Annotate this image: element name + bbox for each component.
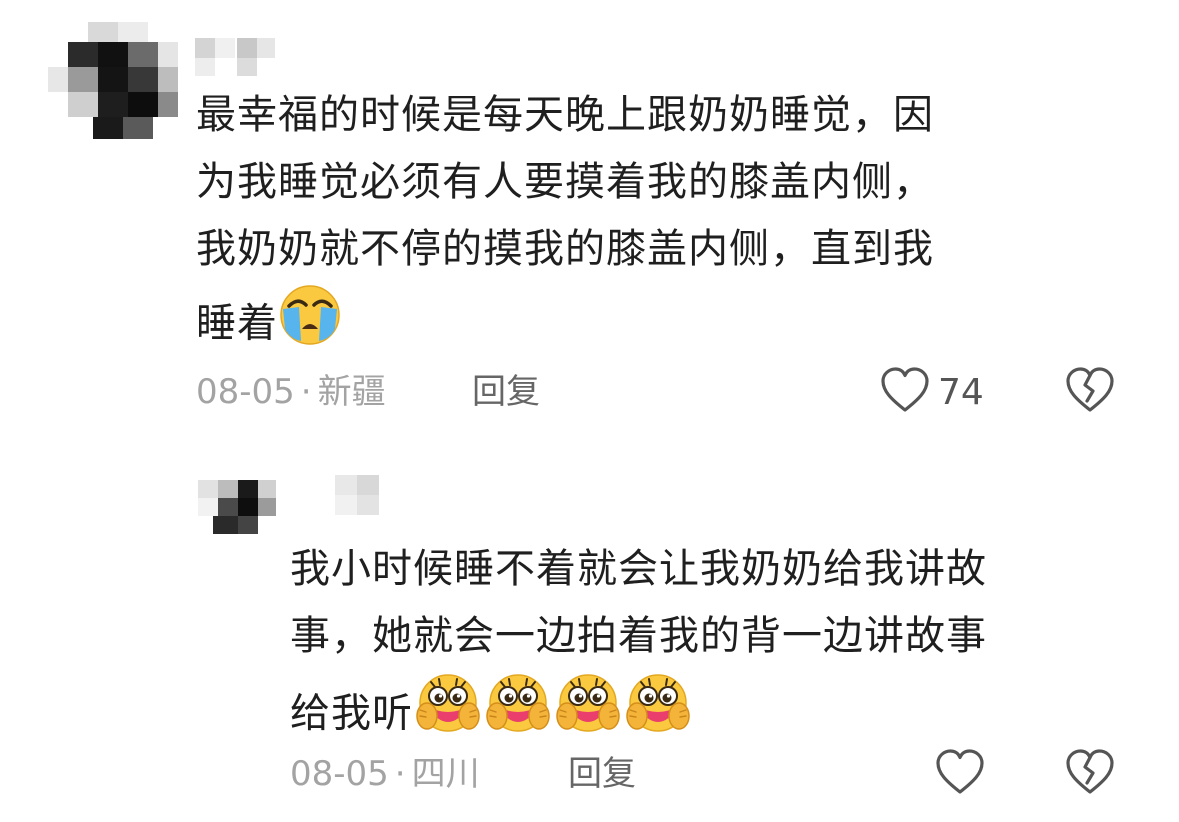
- comment-item: 最幸福的时候是每天晚上跟奶奶睡觉，因 为我睡觉必须有人要摸着我的膝盖内侧， 我奶…: [0, 0, 1179, 440]
- happy-crying-hands-emoji: [553, 670, 623, 761]
- reply-text-line: 我小时候睡不着就会让我奶奶给我讲故: [290, 546, 987, 592]
- dislike-button[interactable]: [1065, 366, 1115, 418]
- comment-text-line: 我奶奶就不停的摸我的膝盖内侧，直到我: [196, 226, 934, 272]
- reply-meta: 08-05 · 四川: [290, 754, 480, 794]
- comment-meta: 08-05 · 新疆: [196, 372, 386, 412]
- happy-crying-hands-emoji: [623, 670, 693, 761]
- dislike-button[interactable]: [1065, 748, 1115, 800]
- reply-date: 08-05: [290, 754, 389, 794]
- reply-button[interactable]: 回复: [568, 754, 636, 794]
- reply-text: 我小时候睡不着就会让我奶奶给我讲故 事，她就会一边拍着我的背一边讲故事 给我听: [290, 536, 1150, 761]
- comment-text: 最幸福的时候是每天晚上跟奶奶睡觉，因 为我睡觉必须有人要摸着我的膝盖内侧， 我奶…: [196, 82, 1136, 368]
- reply-button[interactable]: 回复: [472, 372, 540, 412]
- heart-outline-icon: [935, 748, 985, 800]
- reply-item: 我小时候睡不着就会让我奶奶给我讲故 事，她就会一边拍着我的背一边讲故事 给我听 …: [0, 440, 1179, 822]
- avatar[interactable]: [48, 22, 178, 142]
- broken-heart-outline-icon: [1065, 748, 1115, 800]
- avatar[interactable]: [198, 480, 276, 535]
- reply-location: 四川: [411, 754, 480, 794]
- happy-crying-hands-emoji: [483, 670, 553, 761]
- reply-text-line: 事，她就会一边拍着我的背一边讲故事: [290, 613, 987, 659]
- reply-text-line: 给我听: [290, 690, 413, 737]
- comment-text-line: 睡着: [196, 300, 278, 347]
- broken-heart-outline-icon: [1065, 366, 1115, 418]
- meta-separator: ·: [394, 754, 406, 794]
- like-button[interactable]: [935, 748, 993, 800]
- comment-location: 新疆: [317, 372, 386, 412]
- like-button[interactable]: 74: [880, 366, 984, 418]
- username[interactable]: [335, 475, 380, 515]
- meta-separator: ·: [300, 372, 312, 412]
- like-count: 74: [938, 371, 984, 413]
- comment-date: 08-05: [196, 372, 295, 412]
- happy-crying-hands-emoji: [413, 670, 483, 761]
- crying-face-emoji: [278, 283, 342, 368]
- emoji-group: [413, 674, 693, 737]
- comment-text-line: 为我睡觉必须有人要摸着我的膝盖内侧，: [196, 159, 934, 205]
- comment-text-line: 最幸福的时候是每天晚上跟奶奶睡觉，因: [196, 92, 934, 138]
- heart-outline-icon: [880, 366, 930, 418]
- comment-thread: 最幸福的时候是每天晚上跟奶奶睡觉，因 为我睡觉必须有人要摸着我的膝盖内侧， 我奶…: [0, 0, 1179, 822]
- username[interactable]: [195, 38, 275, 78]
